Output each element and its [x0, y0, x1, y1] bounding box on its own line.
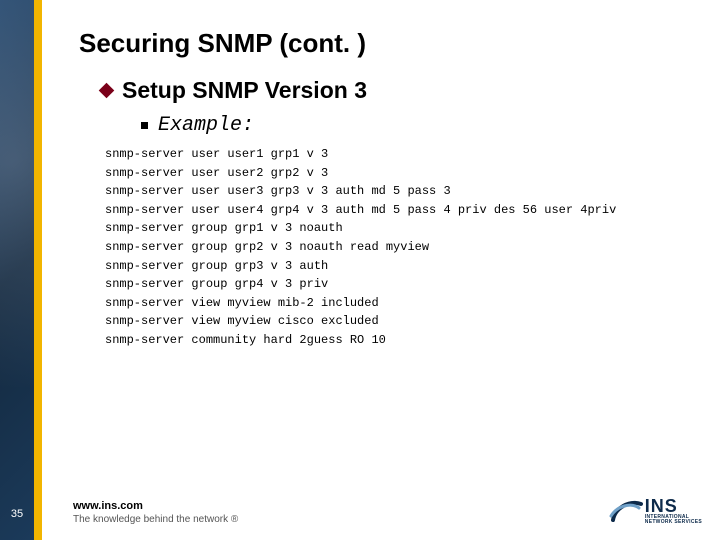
sidebar-photo [0, 0, 34, 540]
accent-bar [34, 0, 42, 540]
footer-tagline: The knowledge behind the network ® [73, 514, 238, 527]
page-number: 35 [0, 508, 34, 520]
slide-title: Securing SNMP (cont. ) [55, 0, 720, 71]
footer: www.ins.com The knowledge behind the net… [55, 500, 238, 526]
logo-acronym: INS [645, 497, 702, 515]
bullet-level2: Example: [141, 114, 720, 137]
logo-text-block: INS INTERNATIONAL NETWORK SERVICES [645, 497, 702, 525]
bullet-text: Setup SNMP Version 3 [122, 77, 367, 104]
footer-text: www.ins.com The knowledge behind the net… [73, 500, 238, 526]
sub-bullet-text: Example: [158, 114, 254, 137]
globe-swoosh-icon [609, 494, 643, 528]
slide-content: Securing SNMP (cont. ) Setup SNMP Versio… [55, 0, 720, 540]
code-block: snmp-server user user1 grp1 v 3 snmp-ser… [105, 145, 720, 350]
bullet-level1: Setup SNMP Version 3 [101, 77, 720, 104]
diamond-bullet-icon [99, 83, 115, 99]
square-bullet-icon [141, 122, 148, 129]
logo-line2: NETWORK SERVICES [645, 520, 702, 525]
footer-url: www.ins.com [73, 500, 238, 514]
ins-logo: INS INTERNATIONAL NETWORK SERVICES [609, 494, 702, 528]
